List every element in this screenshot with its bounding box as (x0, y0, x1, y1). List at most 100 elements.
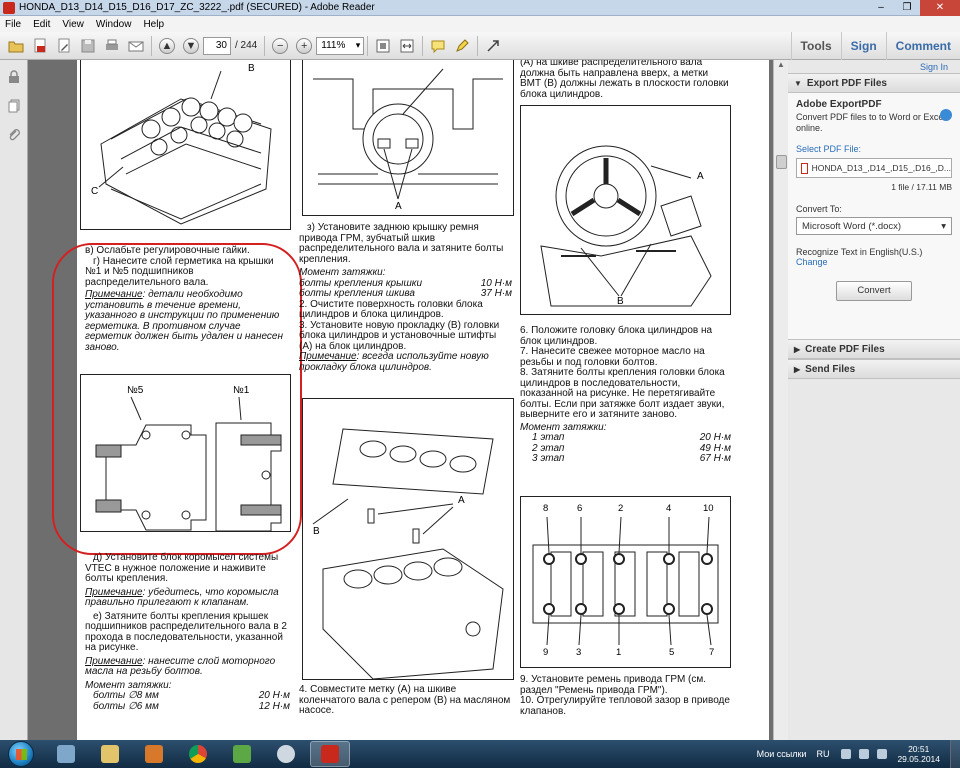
note-paragraph: Примечание: нанесите слой моторного масл… (85, 656, 290, 678)
calculator-icon[interactable] (46, 741, 86, 767)
lock-icon[interactable] (7, 70, 21, 84)
expand-icon[interactable] (483, 36, 503, 56)
edit-document-icon[interactable] (54, 36, 74, 56)
figure-label: A (697, 171, 704, 182)
show-desktop-button[interactable] (950, 740, 960, 768)
menu-view[interactable]: View (57, 19, 91, 30)
torque-row: болты ∅8 мм 20 Н·м (93, 690, 290, 701)
document-viewport[interactable]: В С в) Ослабьте регулировочные гайки. г)… (28, 60, 773, 740)
camshaft-pulley-figure: A (302, 60, 514, 216)
step-text: 9. Установите ремень привода ГРМ (см. ра… (520, 674, 707, 696)
start-button[interactable] (8, 741, 34, 767)
navigation-rail (0, 60, 28, 740)
media-player-icon[interactable] (134, 741, 174, 767)
export-title: Adobe ExportPDF (796, 99, 882, 110)
window-title: HONDA_D13_D14_D15_D16_D17_ZC_3222_.pdf (… (19, 2, 375, 13)
menu-help[interactable]: Help (138, 19, 171, 30)
cylinder-head-drawing (98, 70, 272, 225)
export-pdf-header[interactable]: ▼ Export PDF Files (788, 73, 960, 93)
cloud-icon (940, 109, 952, 121)
collapse-arrow-icon: ▼ (794, 78, 802, 88)
torque-row: 1 этап 20 Н·м (532, 432, 731, 443)
bolt-number: 4 (666, 503, 672, 514)
email-icon[interactable] (126, 36, 146, 56)
note-label: Примечание (299, 351, 357, 362)
minimize-button[interactable]: – (868, 0, 894, 16)
menu-file[interactable]: File (0, 19, 28, 30)
expand-arrow-icon: ▶ (794, 364, 801, 374)
sign-in-link[interactable]: Sign In (788, 60, 960, 73)
vertical-scrollbar[interactable]: ▲ (773, 60, 788, 740)
selected-file-field[interactable]: HONDA_D13_,D14_,D15_,D16_,D... (796, 158, 952, 178)
next-page-icon[interactable]: ▼ (181, 36, 201, 56)
figure-label: С (91, 186, 99, 197)
file-count: 1 file / 17.11 MB (891, 182, 952, 192)
language-indicator[interactable]: RU (816, 749, 829, 759)
timing-pulley-drawing (540, 145, 712, 307)
menu-edit[interactable]: Edit (28, 19, 57, 30)
send-files-header[interactable]: ▶ Send Files (788, 359, 960, 379)
network-icon[interactable] (859, 749, 870, 759)
tools-link[interactable]: Tools (790, 32, 841, 60)
comment-bubble-icon[interactable] (428, 36, 448, 56)
bolt-sequence-drawing (532, 516, 719, 646)
pdf-file-icon (801, 162, 808, 174)
save-icon[interactable] (78, 36, 98, 56)
step-text: (А) на шкиве распределительного вала дол… (520, 60, 729, 100)
menu-window[interactable]: Window (91, 19, 139, 30)
volume-icon[interactable] (877, 749, 888, 759)
convert-format-select[interactable]: Microsoft Word (*.docx) (796, 217, 952, 235)
highlight-icon[interactable] (452, 36, 472, 56)
column-right-lower: 9. Установите ремень привода ГРМ (см. ра… (520, 674, 731, 717)
torrent-icon[interactable] (222, 741, 262, 767)
column-right: (А) на шкиве распределительного вала дол… (520, 60, 731, 100)
red-annotation-circle (52, 243, 302, 555)
head-gasket-drawing (312, 428, 504, 680)
tray-flag-icon[interactable] (841, 749, 852, 759)
fit-page-icon[interactable] (373, 36, 393, 56)
sign-link[interactable]: Sign (840, 32, 886, 60)
convert-button[interactable]: Convert (836, 281, 912, 301)
bolt-number: 2 (618, 503, 624, 514)
head-gasket-figure: A B (302, 398, 514, 680)
clock-time: 20:51 (908, 744, 930, 754)
adobe-reader-taskbar-icon[interactable] (310, 741, 350, 767)
title-bar: HONDA_D13_D14_D15_D16_D17_ZC_3222_.pdf (… (0, 0, 960, 16)
my-links-toolbar[interactable]: Мои ссылки (757, 749, 807, 759)
note-label: Примечание (85, 586, 143, 598)
create-pdf-header[interactable]: ▶ Create PDF Files (788, 339, 960, 359)
menu-bar: File Edit View Window Help (0, 16, 960, 32)
comment-link[interactable]: Comment (885, 32, 960, 60)
column-middle: з) Установите заднюю крышку ремня привод… (299, 222, 512, 373)
explorer-icon[interactable] (90, 741, 130, 767)
create-pdf-icon[interactable] (30, 36, 50, 56)
print-icon[interactable] (102, 36, 122, 56)
close-button[interactable]: ✕ (920, 0, 960, 16)
step-text: 6. Положите головку блока цилиндров на б… (520, 325, 713, 347)
zoom-out-icon[interactable]: − (270, 36, 290, 56)
change-link[interactable]: Change (796, 257, 952, 267)
clock[interactable]: 20:51 29.05.2014 (897, 744, 940, 764)
convert-to-label: Convert To: (796, 204, 842, 214)
page-number-input[interactable]: 30 (203, 36, 231, 55)
scroll-up-icon[interactable]: ▲ (774, 60, 788, 73)
zoom-select[interactable]: 111% (316, 36, 365, 55)
recognize-text-label: Recognize Text in English(U.S.) (796, 247, 923, 257)
maximize-button[interactable]: ❐ (894, 0, 920, 16)
step-text: 4. Совместите метку (А) на шкиве коленча… (299, 684, 511, 716)
scroll-thumb[interactable] (776, 155, 787, 169)
bolt-number: 9 (543, 647, 549, 658)
torque-title: Момент затяжки: (299, 267, 386, 278)
previous-page-icon[interactable]: ▲ (157, 36, 177, 56)
zoom-in-icon[interactable]: + (294, 36, 314, 56)
speedometer-icon[interactable] (266, 741, 306, 767)
pages-icon[interactable] (7, 99, 21, 113)
step-text: 8. Затяните болты крепления головки блок… (520, 367, 725, 420)
figure-label: B (617, 296, 624, 307)
system-tray: Мои ссылки RU 20:51 29.05.2014 (757, 740, 960, 768)
open-icon[interactable] (6, 36, 26, 56)
chrome-icon[interactable] (178, 741, 218, 767)
fit-width-icon[interactable] (397, 36, 417, 56)
figure-label: B (313, 526, 320, 537)
attachment-icon[interactable] (7, 128, 21, 142)
